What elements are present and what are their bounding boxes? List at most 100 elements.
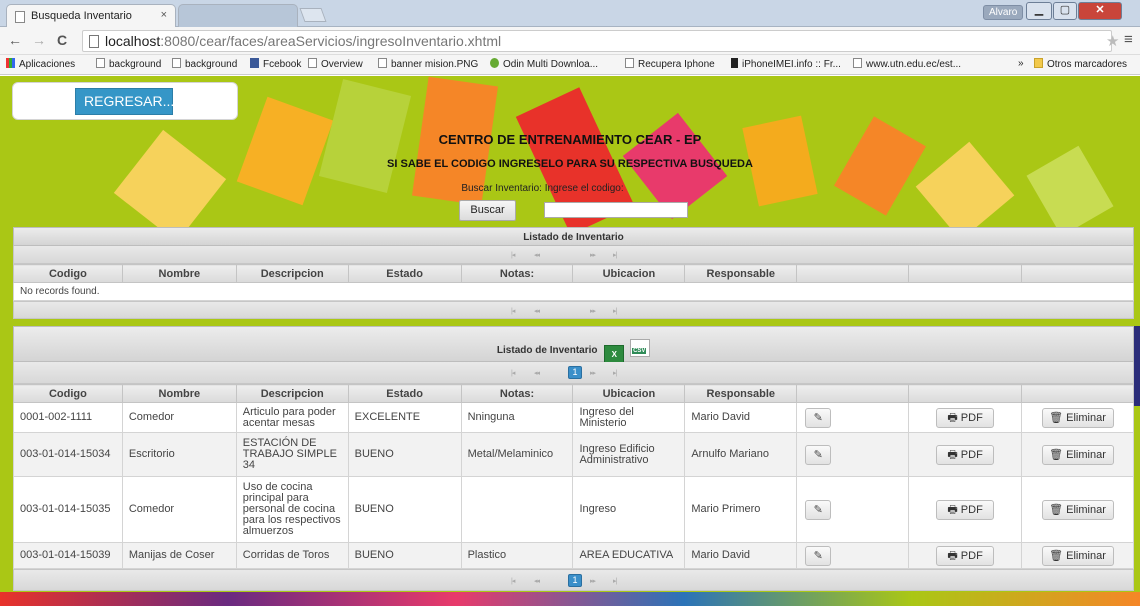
next-page-icon[interactable]: ▸▸ (590, 577, 596, 585)
bookmark-item[interactable]: banner mision.PNG (378, 58, 478, 70)
bookmark-item[interactable]: Recupera Iphone (625, 58, 715, 70)
prev-page-icon[interactable]: ◂◂ (534, 369, 540, 377)
last-page-icon[interactable]: ▸| (613, 251, 617, 259)
paginator-bottom: |◂ ◂◂ ▸▸ ▸| (13, 301, 1134, 319)
delete-button[interactable]: 🗑 Eliminar (1041, 407, 1114, 428)
column-header-codigo[interactable]: Codigo (13, 264, 123, 283)
pdf-button[interactable]: 🖶 PDF (936, 407, 995, 428)
trash-icon: 🗑 (1049, 448, 1064, 461)
page-number-button[interactable]: 1 (568, 574, 582, 587)
column-header-notas[interactable]: Notas: (460, 264, 574, 283)
new-tab-button[interactable] (299, 8, 327, 22)
csv-export-icon[interactable]: CSV (630, 339, 651, 357)
column-header-responsable[interactable]: Responsable (684, 384, 798, 403)
column-header-descripcion[interactable]: Descripcion (235, 384, 349, 403)
cell-estado: EXCELENTE (347, 402, 462, 433)
pdf-button[interactable]: 🖶 PDF (936, 444, 995, 465)
column-header-pdf (908, 384, 1023, 403)
bookmark-item[interactable]: background (96, 58, 161, 70)
cell-codigo: 0001-002-1111 (13, 402, 123, 433)
table-title-bar: Listado de Inventario X CSV (13, 326, 1134, 363)
delete-button[interactable]: 🗑 Eliminar (1041, 444, 1114, 465)
page-icon (89, 35, 99, 48)
minimize-icon[interactable]: ▁ (1026, 2, 1052, 20)
maximize-icon[interactable]: ▢ (1053, 2, 1077, 20)
cell-notas: Metal/Melaminico (460, 432, 574, 477)
edit-button[interactable]: ✎ (805, 444, 832, 465)
browser-tab[interactable]: Busqueda Inventario × (6, 4, 176, 27)
column-header-nombre[interactable]: Nombre (121, 384, 237, 403)
column-header-notas[interactable]: Notas: (460, 384, 574, 403)
delete-button[interactable]: 🗑 Eliminar (1041, 545, 1114, 566)
print-icon: 🖶 (947, 503, 958, 516)
bookmarks-bar: Aplicaciones background background Fcebo… (0, 55, 1140, 75)
more-bookmarks-icon[interactable]: » (1018, 58, 1024, 69)
table-row: 003-01-014-15039 Manijas de Coser Corrid… (13, 542, 1134, 569)
bookmark-item[interactable]: iPhoneIMEI.info :: Fr... (731, 58, 841, 70)
first-page-icon[interactable]: |◂ (511, 369, 515, 377)
inventory-table: Codigo Nombre Descripcion Estado Notas: … (13, 384, 1134, 569)
page-number-button[interactable]: 1 (568, 366, 582, 379)
column-header-ubicacion[interactable]: Ubicacion (572, 384, 686, 403)
prev-page-icon[interactable]: ◂◂ (534, 251, 540, 259)
column-header-nombre[interactable]: Nombre (121, 264, 237, 283)
pdf-button[interactable]: 🖶 PDF (936, 499, 995, 520)
column-header-estado[interactable]: Estado (347, 384, 462, 403)
next-page-icon[interactable]: ▸▸ (590, 369, 596, 377)
last-page-icon[interactable]: ▸| (613, 307, 617, 315)
profile-badge[interactable]: Alvaro (983, 5, 1024, 20)
cell-responsable: Mario David (684, 542, 798, 569)
first-page-icon[interactable]: |◂ (511, 307, 515, 315)
bookmark-label: Fcebook (263, 59, 302, 70)
bookmark-item[interactable]: www.utn.edu.ec/est... (853, 58, 961, 70)
back-panel: REGRESAR... (12, 82, 238, 120)
reload-icon[interactable]: C (57, 32, 67, 48)
back-button[interactable]: REGRESAR... (75, 88, 174, 115)
prev-page-icon[interactable]: ◂◂ (534, 577, 540, 585)
column-header-codigo[interactable]: Codigo (13, 384, 123, 403)
delete-button[interactable]: 🗑 Eliminar (1041, 499, 1114, 520)
back-arrow-icon[interactable]: ← (8, 32, 22, 48)
browser-tab-inactive[interactable] (178, 4, 298, 27)
close-window-icon[interactable]: ✕ (1078, 2, 1122, 20)
delete-label: Eliminar (1066, 448, 1106, 461)
search-button[interactable]: Buscar (459, 200, 516, 221)
pdf-label: PDF (960, 448, 983, 461)
bookmark-item[interactable]: background (172, 58, 237, 70)
other-bookmarks[interactable]: Otros marcadores (1034, 58, 1127, 70)
next-page-icon[interactable]: ▸▸ (590, 251, 596, 259)
bookmark-item[interactable]: Fcebook (250, 58, 301, 70)
address-bar[interactable]: localhost:8080/cear/faces/areaServicios/… (82, 30, 1112, 52)
bookmark-item[interactable]: Overview (308, 58, 363, 70)
bookmark-apps[interactable]: Aplicaciones (6, 58, 75, 70)
bookmark-item[interactable]: Odin Multi Downloa... (490, 58, 598, 70)
edit-button[interactable]: ✎ (805, 499, 832, 520)
last-page-icon[interactable]: ▸| (613, 577, 617, 585)
column-header-estado[interactable]: Estado (347, 264, 462, 283)
column-header-descripcion[interactable]: Descripcion (235, 264, 349, 283)
first-page-icon[interactable]: |◂ (511, 577, 515, 585)
menu-icon[interactable]: ≡ (1124, 31, 1133, 48)
cell-notas: Nninguna (460, 402, 574, 433)
table-title: Listado de Inventario (496, 345, 598, 356)
bookmark-label: Recupera Iphone (638, 59, 715, 70)
leaf-icon (490, 58, 499, 68)
search-input[interactable] (544, 202, 688, 218)
last-page-icon[interactable]: ▸| (613, 369, 617, 377)
cell-ubicacion: Ingreso (572, 476, 686, 543)
excel-export-icon[interactable]: X (604, 345, 625, 363)
column-header-ubicacion[interactable]: Ubicacion (572, 264, 686, 283)
prev-page-icon[interactable]: ◂◂ (534, 307, 540, 315)
bookmark-star-icon[interactable]: ★ (1106, 32, 1119, 50)
next-page-icon[interactable]: ▸▸ (590, 307, 596, 315)
cell-estado: BUENO (347, 542, 462, 569)
forward-arrow-icon[interactable]: → (32, 32, 46, 48)
pdf-button[interactable]: 🖶 PDF (936, 545, 995, 566)
first-page-icon[interactable]: |◂ (511, 251, 515, 259)
edit-button[interactable]: ✎ (805, 407, 832, 428)
edit-button[interactable]: ✎ (805, 545, 832, 566)
cell-pdf: 🖶 PDF (908, 432, 1023, 477)
close-tab-icon[interactable]: × (161, 9, 167, 21)
trash-icon: 🗑 (1049, 549, 1064, 562)
column-header-responsable[interactable]: Responsable (684, 264, 798, 283)
